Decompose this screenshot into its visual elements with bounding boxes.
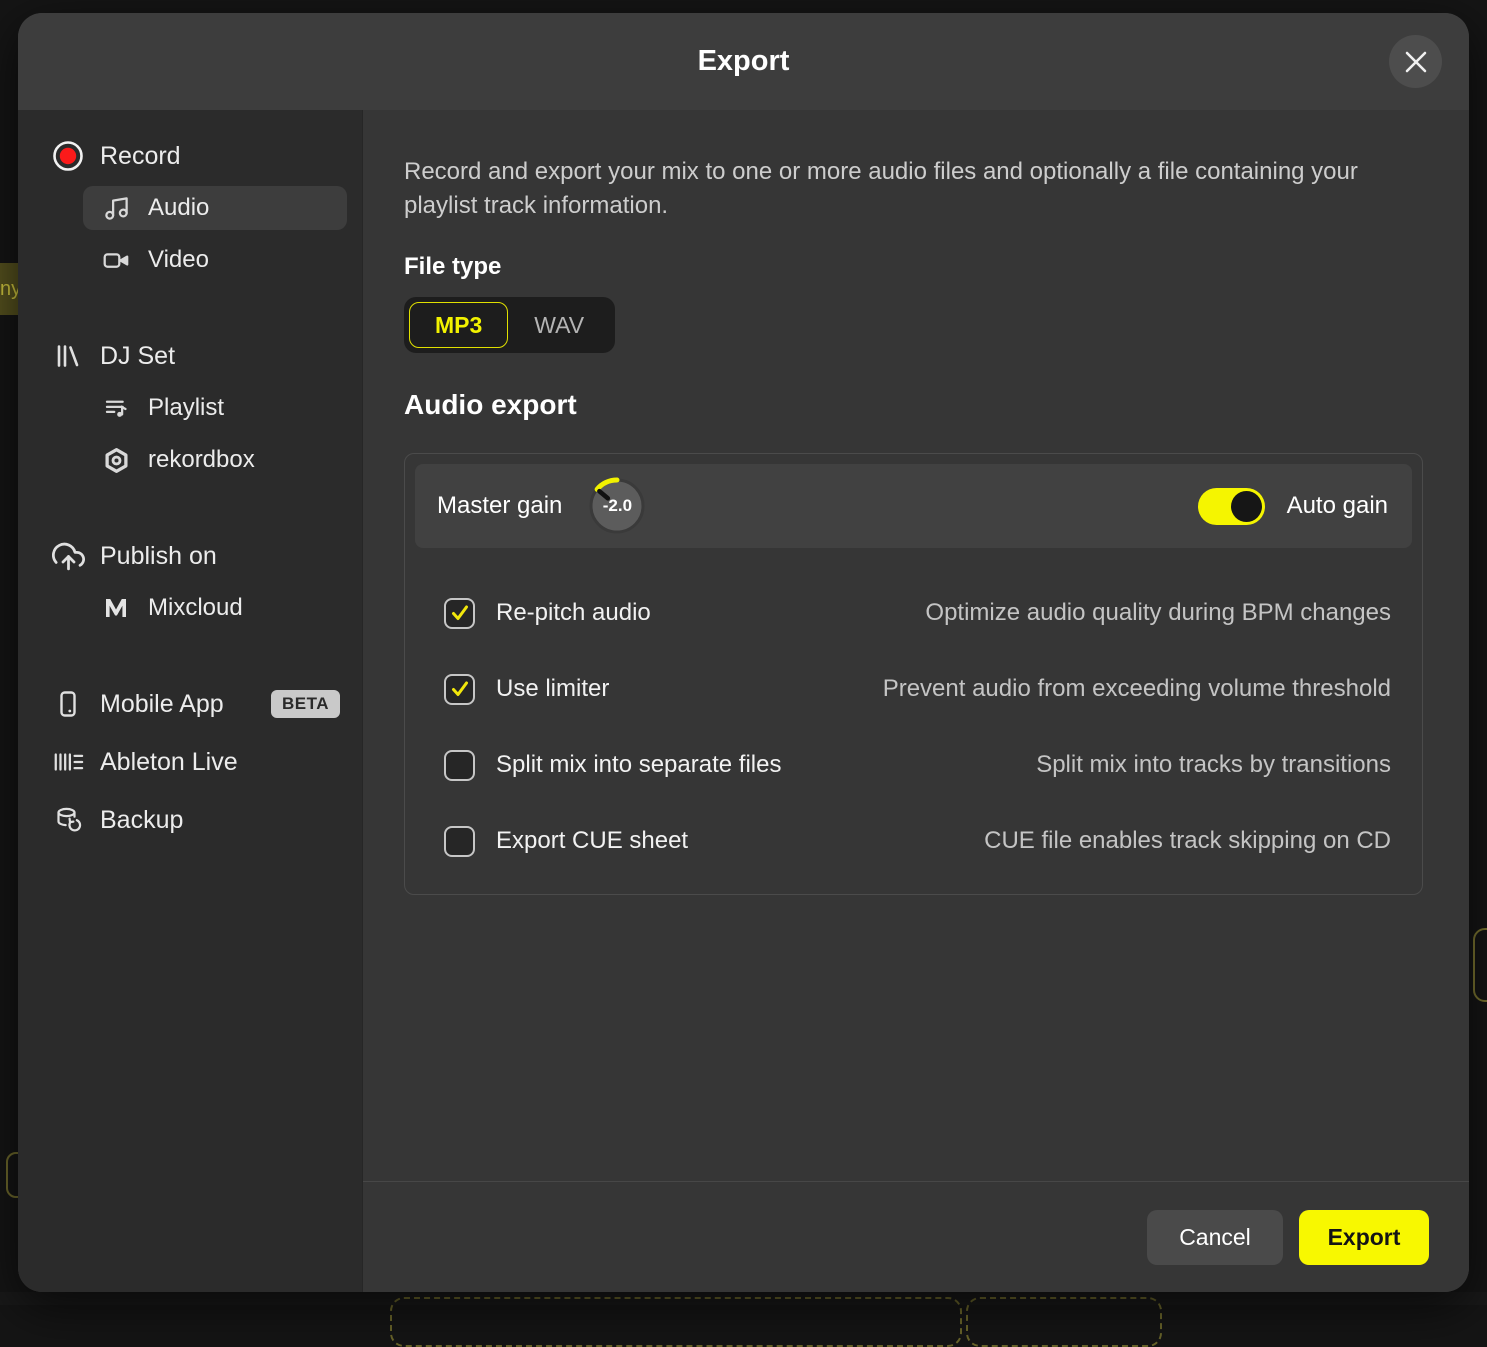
sidebar-item-playlist[interactable]: Playlist bbox=[18, 386, 362, 430]
master-gain-knob[interactable]: -2.0 bbox=[588, 477, 646, 535]
main-panel: Record and export your mix to one or mor… bbox=[363, 110, 1469, 1292]
sidebar-item-publish-on[interactable]: Publish on bbox=[18, 534, 362, 578]
sidebar-item-record[interactable]: Record bbox=[18, 134, 362, 178]
sidebar-item-backup[interactable]: Backup bbox=[18, 798, 362, 842]
export-button[interactable]: Export bbox=[1299, 1210, 1429, 1265]
option-row-cue-sheet: Export CUE sheet CUE file enables track … bbox=[444, 818, 1391, 864]
sidebar-item-rekordbox[interactable]: rekordbox bbox=[18, 438, 362, 482]
main-content: Record and export your mix to one or mor… bbox=[363, 110, 1469, 1181]
audio-export-heading: Audio export bbox=[404, 389, 1423, 421]
sidebar-item-video[interactable]: Video bbox=[18, 238, 362, 282]
video-camera-icon bbox=[98, 247, 134, 274]
cue-sheet-checkbox[interactable] bbox=[444, 826, 475, 857]
sidebar-item-label: Record bbox=[100, 142, 181, 171]
sidebar-item-ableton-live[interactable]: Ableton Live bbox=[18, 740, 362, 784]
sidebar-item-mixcloud[interactable]: Mixcloud bbox=[18, 586, 362, 630]
sidebar-spacer bbox=[18, 630, 362, 682]
sidebar-item-label: Video bbox=[148, 246, 209, 274]
limiter-checkbox[interactable] bbox=[444, 674, 475, 705]
split-mix-checkbox[interactable] bbox=[444, 750, 475, 781]
sidebar-item-label: DJ Set bbox=[100, 342, 175, 371]
music-note-icon bbox=[98, 195, 134, 222]
sidebar-item-audio[interactable]: Audio bbox=[83, 186, 347, 230]
sidebar-item-dj-set[interactable]: DJ Set bbox=[18, 334, 362, 378]
cancel-button[interactable]: Cancel bbox=[1147, 1210, 1283, 1265]
option-description: Prevent audio from exceeding volume thre… bbox=[883, 675, 1391, 703]
checkmark-icon bbox=[449, 602, 471, 624]
playlist-icon bbox=[98, 395, 134, 422]
background-partial-text: ny bbox=[0, 278, 18, 301]
master-gain-label: Master gain bbox=[437, 492, 562, 520]
background-deck-outline bbox=[1473, 928, 1487, 1002]
file-type-option-mp3[interactable]: MP3 bbox=[409, 302, 508, 348]
library-icon bbox=[50, 341, 86, 371]
option-row-limiter: Use limiter Prevent audio from exceeding… bbox=[444, 666, 1391, 712]
checkmark-icon bbox=[449, 678, 471, 700]
sidebar-item-label: Audio bbox=[148, 194, 209, 222]
option-description: Split mix into tracks by transitions bbox=[1036, 751, 1391, 779]
smartphone-icon bbox=[50, 689, 86, 719]
sidebar-item-label: rekordbox bbox=[148, 446, 255, 474]
export-options-list: Re-pitch audio Optimize audio quality du… bbox=[415, 548, 1412, 894]
database-restore-icon bbox=[50, 805, 86, 835]
file-type-label: File type bbox=[404, 253, 1423, 281]
option-description: CUE file enables track skipping on CD bbox=[984, 827, 1391, 855]
option-row-split-mix: Split mix into separate files Split mix … bbox=[444, 742, 1391, 788]
option-label: Re-pitch audio bbox=[496, 599, 651, 627]
dialog-body: Record Audio Video DJ Set bbox=[18, 110, 1469, 1292]
mixcloud-icon bbox=[98, 594, 134, 622]
auto-gain-label: Auto gain bbox=[1287, 492, 1388, 520]
dialog-title: Export bbox=[698, 45, 790, 78]
master-gain-row: Master gain -2.0 bbox=[415, 464, 1412, 548]
sidebar-spacer bbox=[18, 282, 362, 334]
auto-gain-toggle[interactable] bbox=[1198, 488, 1265, 525]
sidebar-item-label: Playlist bbox=[148, 394, 224, 422]
beta-badge: BETA bbox=[271, 690, 340, 718]
sidebar-item-label: Mobile App bbox=[100, 690, 224, 719]
dialog-footer: Cancel Export bbox=[363, 1181, 1469, 1292]
record-icon bbox=[50, 139, 86, 173]
export-dialog: Export Record Audio bbox=[18, 13, 1469, 1292]
background-track-label: ny bbox=[0, 263, 18, 315]
file-type-segmented-control: MP3 WAV bbox=[404, 297, 615, 353]
sidebar-item-label: Ableton Live bbox=[100, 748, 238, 777]
dialog-header: Export bbox=[18, 13, 1469, 110]
close-button[interactable] bbox=[1389, 35, 1442, 88]
background-app-strip bbox=[0, 1292, 1487, 1305]
audio-export-panel: Master gain -2.0 bbox=[404, 453, 1423, 895]
toggle-knob bbox=[1231, 491, 1262, 522]
repitch-checkbox[interactable] bbox=[444, 598, 475, 629]
option-label: Use limiter bbox=[496, 675, 609, 703]
option-row-repitch: Re-pitch audio Optimize audio quality du… bbox=[444, 590, 1391, 636]
sidebar-item-label: Mixcloud bbox=[148, 594, 243, 622]
rekordbox-icon bbox=[98, 446, 134, 475]
option-label: Split mix into separate files bbox=[496, 751, 781, 779]
option-description: Optimize audio quality during BPM change… bbox=[925, 599, 1391, 627]
sidebar-spacer bbox=[18, 482, 362, 534]
option-label: Export CUE sheet bbox=[496, 827, 688, 855]
sidebar: Record Audio Video DJ Set bbox=[18, 110, 363, 1292]
master-gain-value: -2.0 bbox=[588, 477, 646, 535]
sidebar-item-label: Publish on bbox=[100, 542, 217, 571]
ableton-icon bbox=[50, 749, 86, 775]
cloud-upload-icon bbox=[50, 540, 86, 573]
sidebar-item-mobile-app[interactable]: Mobile App BETA bbox=[18, 682, 362, 726]
file-type-option-wav[interactable]: WAV bbox=[508, 302, 610, 348]
record-description: Record and export your mix to one or mor… bbox=[404, 155, 1423, 223]
close-icon bbox=[1405, 51, 1427, 73]
sidebar-item-label: Backup bbox=[100, 806, 183, 835]
